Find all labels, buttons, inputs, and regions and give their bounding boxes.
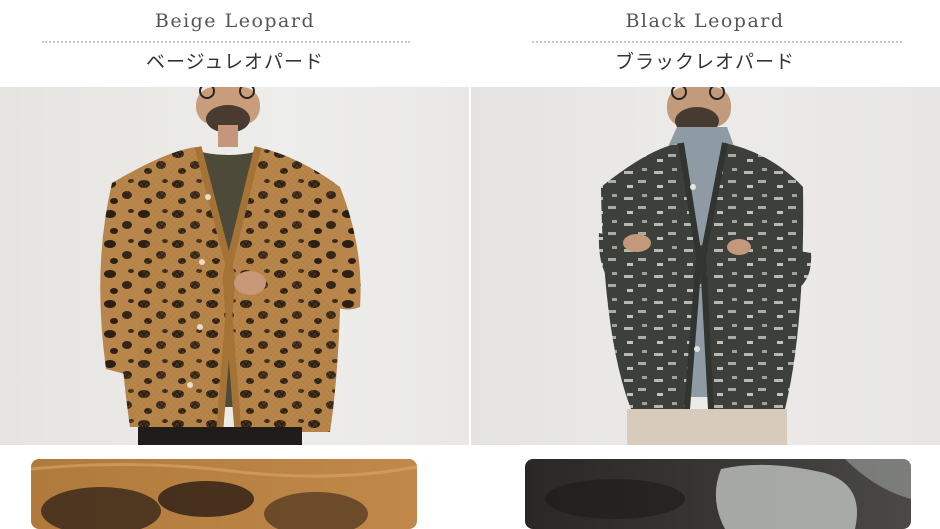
- product-title-en: Beige Leopard: [154, 10, 316, 32]
- model-photo: [0, 87, 469, 445]
- model-photo: [471, 87, 940, 445]
- title-divider: [532, 41, 902, 43]
- product-column-black: Black Leopard ブラックレオパード: [470, 0, 940, 529]
- product-title-ja: ベージュレオパード: [146, 51, 324, 73]
- fabric-detail-photo: [525, 459, 911, 529]
- product-title-en: Black Leopard: [625, 10, 785, 32]
- product-column-beige: Beige Leopard ベージュレオパード: [0, 0, 470, 529]
- fabric-detail-photo: [31, 459, 417, 529]
- model-head: [196, 87, 260, 147]
- product-title-ja: ブラックレオパード: [614, 51, 795, 73]
- title-divider: [42, 41, 410, 43]
